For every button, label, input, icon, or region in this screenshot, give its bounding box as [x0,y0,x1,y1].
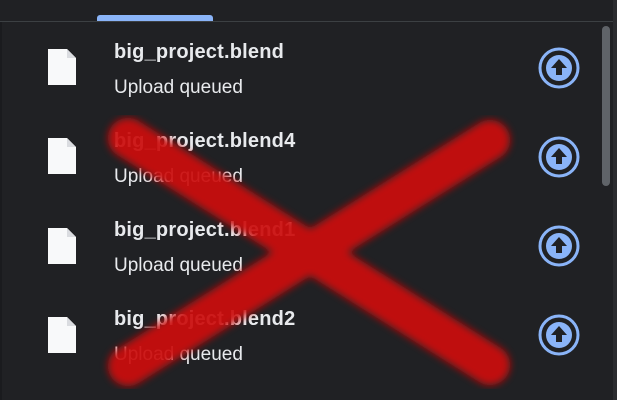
file-icon [48,49,76,85]
list-item[interactable]: big_project.blend1 Upload queued [0,200,598,289]
upload-icon[interactable] [536,312,582,358]
list-item[interactable]: big_project.blend Upload queued [0,22,598,111]
file-name: big_project.blend4 [114,130,296,152]
upload-icon[interactable] [536,45,582,91]
upload-list-panel: big_project.blend Upload queued big_proj… [0,21,615,400]
upload-status: Upload queued [114,77,243,98]
upload-status: Upload queued [114,166,243,187]
list-item[interactable]: big_project.blend2 Upload queued [0,289,598,378]
upload-icon[interactable] [536,223,582,269]
file-icon [48,138,76,174]
upload-queue-window: big_project.blend Upload queued big_proj… [0,0,617,400]
window-edge [613,0,617,400]
list-item[interactable]: big_project.blend4 Upload queued [0,111,598,200]
top-bar [0,0,617,22]
scrollbar-thumb[interactable] [602,26,610,186]
file-name: big_project.blend [114,41,285,63]
upload-icon[interactable] [536,134,582,180]
file-icon [48,228,76,264]
file-name: big_project.blend1 [114,219,296,241]
file-icon [48,317,76,353]
upload-status: Upload queued [114,344,243,365]
upload-status: Upload queued [114,255,243,276]
window-edge [0,22,2,400]
file-name: big_project.blend2 [114,308,296,330]
